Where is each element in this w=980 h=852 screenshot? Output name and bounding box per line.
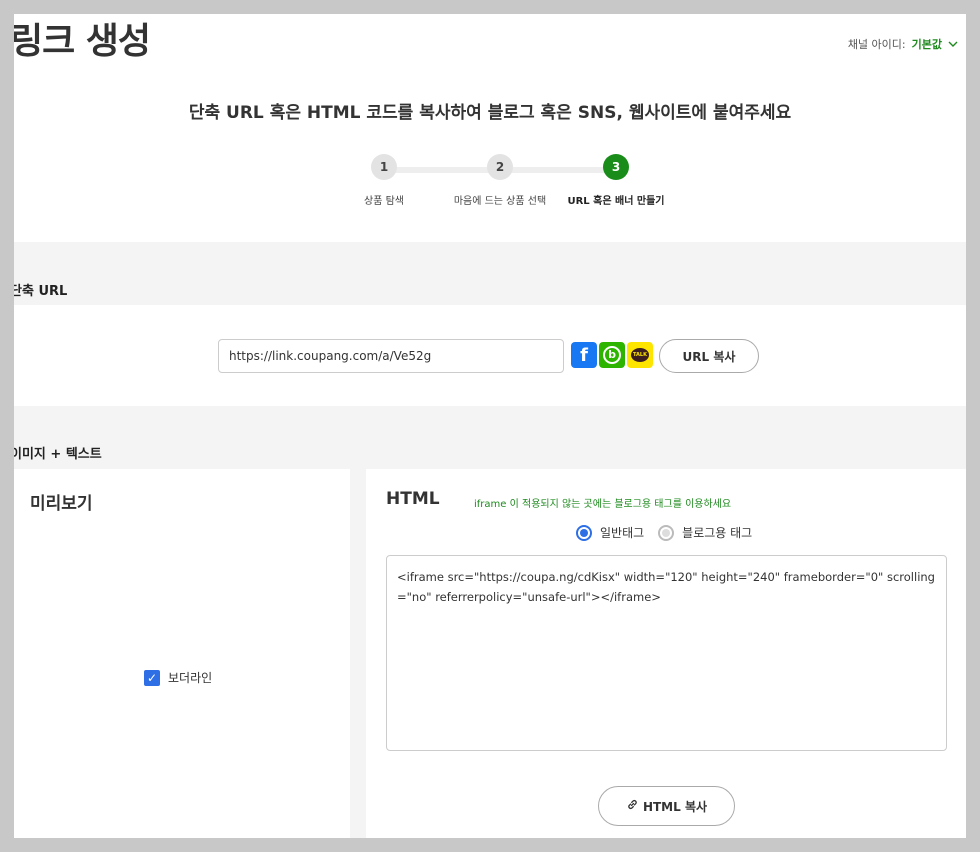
html-code-textarea[interactable]: <iframe src="https://coupa.ng/cdKisx" wi…: [386, 555, 947, 751]
step-label: 상품 탐색: [364, 196, 404, 207]
radio-normal-label: 일반태그: [600, 526, 645, 540]
step-label: 마음에 드는 상품 선택: [453, 196, 547, 207]
html-copy-button[interactable]: HTML 복사: [598, 786, 735, 826]
radio-blog-tag[interactable]: 블로그용 태그: [658, 524, 752, 541]
channel-label: 채널 아이디:: [847, 38, 906, 51]
short-url-section-title: 단축 URL: [14, 284, 68, 299]
step-number: 2: [487, 154, 513, 180]
step-2: 2 마음에 드는 상품 선택: [440, 154, 560, 207]
border-line-checkbox[interactable]: ✓ 보더라인: [144, 669, 212, 686]
channel-value[interactable]: 기본값: [912, 36, 942, 52]
step-label: URL 혹은 배너 만들기: [567, 196, 665, 207]
kakaotalk-share-icon[interactable]: TALK: [627, 342, 653, 368]
image-text-section-title: 이미지 + 텍스트: [14, 447, 102, 462]
step-3: 3 URL 혹은 배너 만들기: [556, 154, 676, 207]
preview-title: 미리보기: [30, 494, 93, 514]
page-frame: 링크 생성 채널 아이디: 기본값 단축 URL 혹은 HTML 코드를 복사하…: [14, 14, 966, 838]
short-url-panel: f b TALK URL 복사: [14, 305, 966, 406]
short-url-input[interactable]: [218, 339, 564, 373]
chevron-down-icon[interactable]: [948, 38, 958, 51]
border-line-label: 보더라인: [168, 671, 213, 685]
checkbox-checked-icon[interactable]: ✓: [144, 669, 160, 686]
step-number: 3: [603, 154, 629, 180]
preview-panel: 미리보기 ✓ 보더라인: [14, 469, 350, 838]
step-number: 1: [371, 154, 397, 180]
radio-blog-label: 블로그용 태그: [682, 526, 753, 540]
top-section: 링크 생성 채널 아이디: 기본값 단축 URL 혹은 HTML 코드를 복사하…: [14, 14, 966, 242]
step-1: 1 상품 탐색: [324, 154, 444, 207]
radio-normal-tag[interactable]: 일반태그: [576, 524, 644, 541]
tag-type-radio-group: 일반태그 블로그용 태그: [576, 524, 752, 541]
channel-selector[interactable]: 채널 아이디: 기본값: [848, 36, 958, 52]
radio-unselected-icon[interactable]: [658, 524, 675, 541]
page-subtitle: 단축 URL 혹은 HTML 코드를 복사하여 블로그 혹은 SNS, 웹사이트…: [188, 103, 792, 123]
facebook-share-icon[interactable]: f: [571, 342, 597, 368]
blog-share-icon[interactable]: b: [599, 342, 625, 368]
link-icon: [626, 798, 639, 815]
iframe-hint: iframe 이 적용되지 않는 곳에는 블로그용 태그를 이용하세요: [474, 499, 732, 510]
page-title: 링크 생성: [14, 21, 151, 62]
url-copy-button[interactable]: URL 복사: [659, 339, 759, 373]
stepper: 1 상품 탐색 2 마음에 드는 상품 선택 3 URL 혹은 배너 만들기: [324, 154, 665, 214]
html-panel: HTML iframe 이 적용되지 않는 곳에는 블로그용 태그를 이용하세요…: [366, 469, 966, 838]
html-title: HTML: [386, 489, 440, 509]
radio-selected-icon[interactable]: [576, 524, 592, 541]
html-copy-label: HTML 복사: [642, 799, 708, 814]
